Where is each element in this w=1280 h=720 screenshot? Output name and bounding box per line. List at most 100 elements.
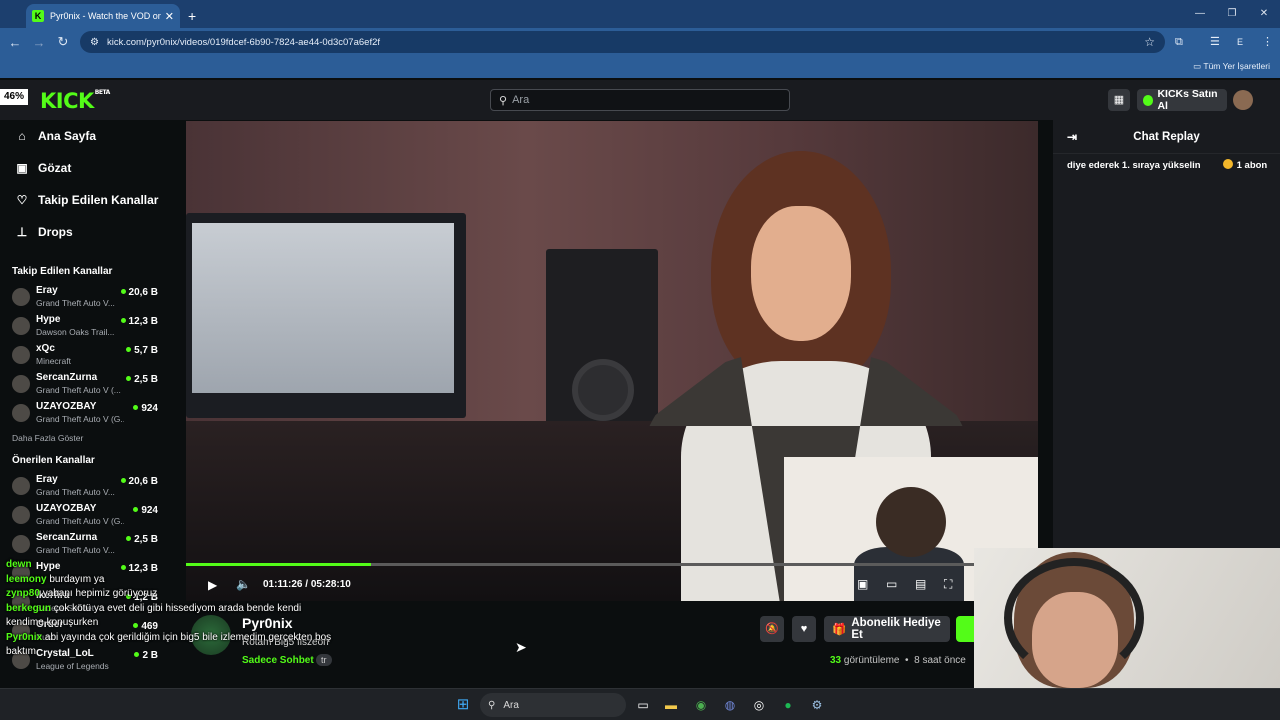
video-monitor-shape xyxy=(186,213,466,418)
gift-icon: 🎁 xyxy=(832,624,847,636)
kick-logo[interactable]: KICKBETA xyxy=(40,89,110,113)
channel-name: Hype xyxy=(36,314,61,325)
sidebar-item-label: Gözat xyxy=(38,161,72,175)
channel-game: Grand Theft Auto V... xyxy=(36,487,115,497)
channel-avatar xyxy=(12,375,30,393)
search-icon: ⚲ xyxy=(488,699,496,711)
viewer-count: 5,7 B xyxy=(126,345,158,356)
pinned-tail: 1 abon xyxy=(1236,160,1268,171)
back-icon[interactable]: ← xyxy=(3,35,27,50)
site-info-icon[interactable]: ⚙ xyxy=(90,37,99,48)
media-icon[interactable]: ☰ xyxy=(1210,28,1220,56)
heart-icon: ♥ xyxy=(800,623,808,635)
channel-name: xQc xyxy=(36,343,55,354)
video-speaker-cone xyxy=(572,359,634,421)
chat-title: Chat Replay xyxy=(1133,130,1200,143)
show-more-link[interactable]: Daha Fazla Göster xyxy=(0,427,172,449)
viewer-count: 20,6 B xyxy=(121,476,158,487)
video-face-shape xyxy=(751,206,851,341)
user-avatar[interactable] xyxy=(1233,90,1253,110)
restore-icon[interactable]: ❐ xyxy=(1216,0,1248,28)
channel-game: Grand Theft Auto V (... xyxy=(36,385,121,395)
bell-off-icon: 🔕 xyxy=(765,623,779,635)
address-bar[interactable]: ⚙ kick.com/pyr0nix/videos/019fdcef-6b90-… xyxy=(80,31,1165,53)
channel-item[interactable]: SercanZurna Grand Theft Auto V (... 2,5 B xyxy=(0,369,172,398)
channel-avatar xyxy=(12,506,30,524)
taskbar-search[interactable]: ⚲ Ara xyxy=(480,693,626,717)
channel-item[interactable]: xQc Minecraft 5,7 B xyxy=(0,340,172,369)
kicks-coin-icon xyxy=(1143,94,1154,106)
forward-icon[interactable]: → xyxy=(27,35,51,50)
sidebar-item-label: Drops xyxy=(38,225,73,239)
channel-item[interactable]: Hype Dawson Oaks Trail... 12,3 B xyxy=(0,311,172,340)
beta-badge: BETA xyxy=(94,89,110,96)
browse-icon: ▣ xyxy=(16,161,28,175)
fullscreen-icon[interactable]: ⛶ xyxy=(944,577,952,592)
overlay-chat-user: Pyr0nix xyxy=(6,631,43,643)
viewer-count: 2,5 B xyxy=(126,534,158,545)
view-label: görüntüleme xyxy=(843,655,900,666)
discord-icon[interactable]: ◍ xyxy=(719,694,741,716)
channel-item[interactable]: Eray Grand Theft Auto V... 20,6 B xyxy=(0,282,172,311)
theater-icon[interactable]: ▭ xyxy=(886,577,897,591)
overlay-chat-line: leemony burdayım ya xyxy=(6,573,336,588)
mute-notifications-button[interactable]: 🔕 xyxy=(760,616,784,642)
reload-icon[interactable]: ↻ xyxy=(51,34,75,50)
close-window-icon[interactable]: ✕ xyxy=(1248,0,1280,28)
channel-name: UZAYOZBAY xyxy=(36,401,97,412)
buy-kicks-button[interactable]: KICKs Satın Al xyxy=(1137,88,1227,112)
pinned-text: diye ederek 1. sıraya yükselin xyxy=(1067,160,1201,171)
channel-game: Grand Theft Auto V (G... xyxy=(36,414,124,424)
channel-name: Eray xyxy=(36,474,58,485)
follow-button[interactable]: ♥ xyxy=(792,616,816,642)
file-explorer-icon[interactable]: ▬ xyxy=(660,694,682,716)
bookmark-star-icon[interactable]: ☆ xyxy=(1144,35,1155,49)
close-tab-icon[interactable]: ✕ xyxy=(165,10,174,23)
sidebar-item-browse[interactable]: ▣ Gözat xyxy=(0,152,172,184)
headphones-shape xyxy=(1004,558,1144,678)
chrome-icon[interactable]: ◉ xyxy=(690,694,712,716)
channel-game: Grand Theft Auto V... xyxy=(36,298,115,308)
sidebar-item-drops[interactable]: ⊥ Drops xyxy=(0,216,172,248)
task-view-icon[interactable]: ▭ xyxy=(632,694,654,716)
overlay-chat-line: zynp80 yabanı hepimiz görüyoruz xyxy=(6,587,336,602)
dashboard-icon[interactable]: ▦ xyxy=(1108,89,1130,111)
channel-item[interactable]: UZAYOZBAY Grand Theft Auto V (G... 924 xyxy=(0,398,172,427)
minimize-icon[interactable]: — xyxy=(1184,0,1216,28)
window-controls: — ❐ ✕ xyxy=(1184,0,1280,28)
overlay-chat-line: dewn xyxy=(6,558,336,573)
sidebar-item-following[interactable]: ♡ Takip Edilen Kanallar xyxy=(0,184,172,216)
spotify-icon[interactable]: ● xyxy=(777,694,799,716)
obs-icon[interactable]: ◎ xyxy=(748,694,770,716)
extensions-icon[interactable]: ⧉ xyxy=(1175,28,1183,56)
heart-icon: ♡ xyxy=(16,193,28,207)
settings-icon[interactable]: ▤ xyxy=(915,577,926,591)
steam-icon[interactable]: ⚙ xyxy=(806,694,828,716)
search-input[interactable]: ⚲ Ara xyxy=(490,89,790,111)
menu-kebab-icon[interactable]: ⋮ xyxy=(1262,28,1273,56)
channel-item[interactable]: Eray Grand Theft Auto V... 20,6 B xyxy=(0,471,172,500)
miniplayer-icon[interactable]: ▣ xyxy=(857,577,868,591)
browser-tab-active[interactable]: K Pyr0nix - Watch the VOD on Kic ✕ xyxy=(26,4,180,28)
sidebar-item-label: Takip Edilen Kanallar xyxy=(38,193,159,207)
collapse-chat-icon[interactable]: ⇥ xyxy=(1067,130,1077,144)
video-player[interactable]: ▶ 🔈 01:11:26 / 05:28:10 ▣ ▭ ▤ ⛶ xyxy=(186,121,1038,601)
taskbar-search-label: Ara xyxy=(503,699,519,711)
overlay-chat-text: çok kötü ya evet deli gibi hissediyom ar… xyxy=(6,602,302,629)
viewer-count: 2,5 B xyxy=(126,374,158,385)
new-tab-icon[interactable]: + xyxy=(188,4,196,28)
channel-name: SercanZurna xyxy=(36,532,98,543)
windows-start-icon[interactable]: ⊞ xyxy=(452,694,474,716)
channel-item[interactable]: UZAYOZBAY Grand Theft Auto V (G... 924 xyxy=(0,500,172,529)
sidebar-item-home[interactable]: ⌂ Ana Sayfa xyxy=(0,120,172,152)
overlay-chat-user: zynp80 xyxy=(6,588,40,599)
overlay-chat-user: berkegun xyxy=(6,602,52,614)
profile-icon[interactable]: E xyxy=(1237,28,1243,56)
gift-subscription-button[interactable]: 🎁 Abonelik Hediye Et xyxy=(824,616,950,642)
viewer-count: 12,3 B xyxy=(121,316,158,327)
channel-item[interactable]: SercanZurna Grand Theft Auto V... 2,5 B xyxy=(0,529,172,558)
all-bookmarks-link[interactable]: ▭ Tüm Yer İşaretleri xyxy=(1193,61,1270,72)
view-count: 33 xyxy=(830,655,842,666)
all-bookmarks-label: Tüm Yer İşaretleri xyxy=(1203,61,1270,71)
stream-chat-overlay: dewn leemony burdayım ya zynp80 yabanı h… xyxy=(6,558,336,683)
